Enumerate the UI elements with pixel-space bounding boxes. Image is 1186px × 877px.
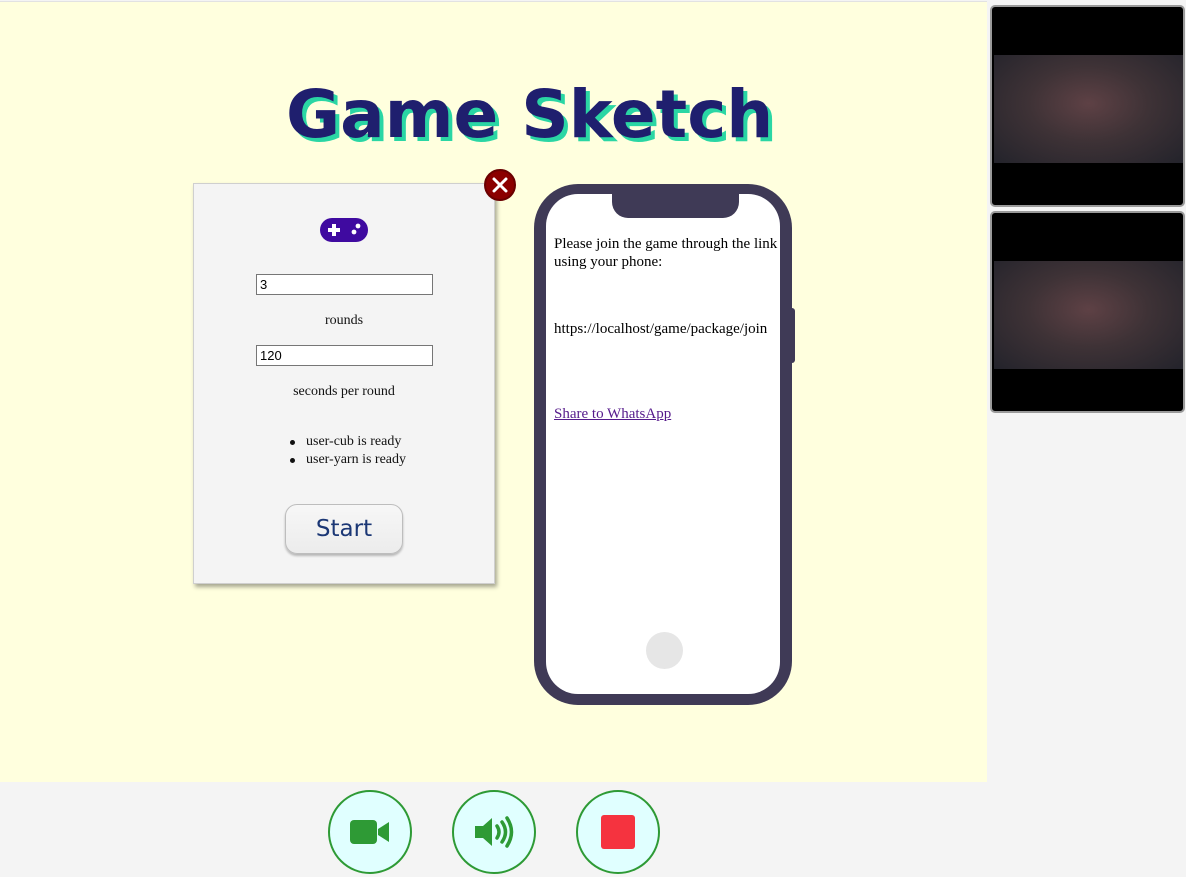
phone-illustration: Please join the game through the link us… bbox=[534, 184, 792, 705]
game-settings-panel: rounds seconds per round user-cub is rea… bbox=[193, 183, 495, 584]
video-tile-2[interactable] bbox=[990, 211, 1185, 413]
phone-notch bbox=[612, 194, 739, 218]
join-instruction: Please join the game through the link us… bbox=[554, 236, 778, 270]
page-title: Game Sketch bbox=[286, 76, 774, 153]
phone-home-button bbox=[646, 632, 683, 669]
stop-icon bbox=[601, 815, 635, 849]
stop-button[interactable] bbox=[576, 790, 660, 874]
seconds-per-round-label: seconds per round bbox=[293, 384, 395, 399]
video-feed bbox=[994, 261, 1183, 369]
list-item: user-cub is ready bbox=[288, 433, 406, 451]
video-feed bbox=[994, 55, 1183, 163]
game-area: Game Sketch rounds seconds per round use… bbox=[0, 1, 987, 782]
join-url: https://localhost/game/package/join bbox=[554, 321, 768, 337]
close-icon bbox=[492, 177, 508, 193]
audio-toggle-button[interactable] bbox=[452, 790, 536, 874]
close-button[interactable] bbox=[484, 169, 516, 201]
gamepad-icon bbox=[320, 218, 368, 242]
list-item: user-yarn is ready bbox=[288, 451, 406, 469]
rounds-label: rounds bbox=[324, 313, 364, 328]
camera-toggle-button[interactable] bbox=[328, 790, 412, 874]
rounds-input[interactable] bbox=[256, 274, 433, 295]
speaker-icon bbox=[475, 816, 514, 848]
seconds-per-round-input[interactable] bbox=[256, 345, 433, 366]
start-button[interactable]: Start bbox=[285, 504, 403, 554]
phone-screen: Please join the game through the link us… bbox=[546, 194, 780, 694]
video-camera-icon bbox=[350, 820, 389, 844]
ready-players-list: user-cub is ready user-yarn is ready bbox=[288, 433, 406, 469]
share-whatsapp-link[interactable]: Share to WhatsApp bbox=[554, 406, 671, 423]
video-tile-1[interactable] bbox=[990, 5, 1185, 207]
